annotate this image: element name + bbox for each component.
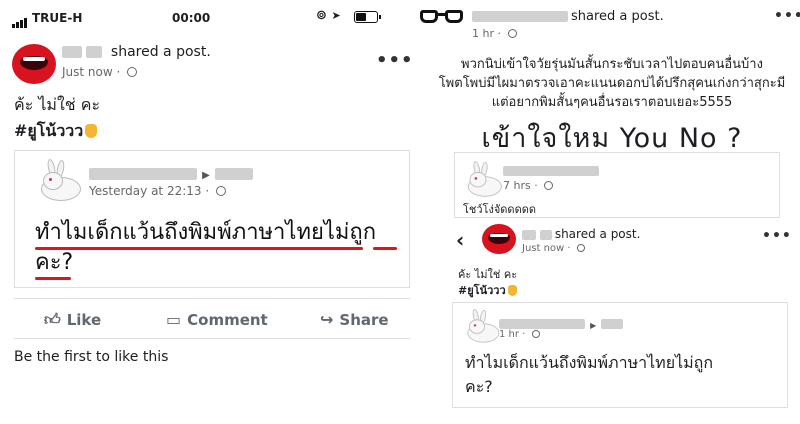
globe-icon: [215, 186, 226, 196]
orientation-lock-icon: ⊚: [316, 8, 327, 23]
clock: 00:00: [172, 11, 211, 25]
blurred-name: [503, 165, 599, 176]
battery-icon: [354, 11, 381, 23]
glasses-avatar[interactable]: [420, 10, 464, 26]
shared-label: shared a post.: [571, 9, 664, 24]
red-underline: [35, 277, 71, 280]
divider: [14, 298, 410, 299]
shared-post-card[interactable]: ▶ 1 hr · ทำไมเด็กแว้นถึงพิมพ์ภาษาไทยไม่ถ…: [452, 302, 788, 408]
status-bar: TRUE-H 00:00 ⊚ ➤: [0, 0, 420, 34]
post-hashtag[interactable]: #ยูโน้ววว: [14, 119, 98, 144]
blurred-name: [89, 167, 197, 180]
back-chevron-icon[interactable]: ‹: [456, 228, 464, 252]
carrier-label: TRUE-H: [32, 11, 83, 25]
signal-strength-icon: [12, 14, 28, 28]
ok-hand-emoji-icon: [507, 285, 517, 296]
red-underline: [373, 247, 397, 250]
blurred-name: [86, 46, 103, 58]
shared-post-source: ▶: [89, 163, 253, 182]
share-arrow-icon: ↪: [320, 310, 334, 329]
share-button[interactable]: ↪ Share: [320, 310, 389, 329]
blurred-name: [539, 229, 552, 240]
shared-post-timestamp[interactable]: 7 hrs ·: [503, 179, 554, 192]
post-text-line1: ค้ะ ไม่ใช่ คะ: [14, 95, 101, 114]
blurred-name: [214, 167, 253, 180]
blurred-name: [522, 229, 536, 240]
comment-button[interactable]: ▭ Comment: [166, 310, 268, 329]
post-author[interactable]: shared a post.: [522, 227, 640, 241]
blurred-name: [601, 318, 624, 329]
arrow-right-icon: ▶: [202, 170, 210, 181]
rabbit-avatar[interactable]: [33, 158, 85, 203]
likes-summary: Be the first to like this: [14, 349, 169, 365]
post-hashtag[interactable]: #ยูโน้ววว: [458, 281, 517, 299]
lips-avatar[interactable]: [12, 44, 56, 84]
shared-post-timestamp[interactable]: Yesterday at 22:13 ·: [89, 184, 226, 198]
post-header: shared a post. Just now · •••: [12, 44, 414, 84]
divider: [14, 338, 410, 339]
comment-icon: ▭: [166, 310, 182, 329]
shared-label: shared a post.: [110, 44, 211, 60]
shared-post-card[interactable]: 7 hrs · โชว์โง่จัดดดดด: [454, 152, 780, 218]
blurred-name: [472, 11, 568, 22]
more-options-button[interactable]: •••: [762, 228, 792, 244]
globe-icon: [544, 181, 554, 190]
globe-icon: [507, 29, 517, 38]
post-body: พวกนิบ่เข้าใจวัยรุ่นมันสั้นกระชับเวลาไปต…: [438, 57, 786, 110]
status-icons: ⊚ ➤: [316, 8, 341, 23]
ok-hand-emoji-icon: [85, 124, 98, 138]
more-options-button[interactable]: •••: [376, 50, 414, 71]
post-timestamp[interactable]: 1 hr ·: [472, 27, 517, 40]
battery-fill: [356, 13, 366, 21]
shared-post-timestamp[interactable]: 1 hr ·: [499, 329, 540, 340]
shared-post-question: ทำไมเด็กแว้นถึงพิมพ์ภาษาไทยไม่ถูก คะ?: [465, 353, 714, 396]
post-author[interactable]: shared a post.: [62, 44, 211, 60]
like-button[interactable]: 👍︎ Like: [44, 310, 101, 330]
left-screenshot: TRUE-H 00:00 ⊚ ➤ shared a post. Just now…: [0, 0, 420, 424]
globe-icon: [531, 330, 540, 338]
location-icon: ➤: [331, 9, 341, 22]
shared-post-card[interactable]: ▶ Yesterday at 22:13 · ทำไมเด็กแว้นถึงพิ…: [14, 150, 410, 288]
blurred-name: [499, 318, 585, 329]
more-options-button[interactable]: •••: [774, 8, 800, 24]
post-timestamp[interactable]: Just now ·: [62, 65, 138, 79]
globe-icon: [127, 67, 138, 77]
shared-post-source: [503, 160, 599, 179]
arrow-right-icon: ▶: [590, 321, 597, 330]
shared-post-caption: โชว์โง่จัดดดดด: [463, 203, 536, 216]
red-underline: [35, 247, 363, 250]
thumbs-up-icon: 👍︎: [44, 310, 61, 329]
post-author[interactable]: shared a post.: [472, 9, 664, 24]
right-screenshot: shared a post. 1 hr · ••• พวกนิบ่เข้าใจว…: [420, 0, 800, 424]
blurred-name: [62, 46, 82, 58]
post-timestamp[interactable]: Just now ·: [522, 243, 585, 254]
lips-avatar[interactable]: [482, 224, 516, 254]
rabbit-avatar[interactable]: [461, 308, 503, 344]
rabbit-avatar[interactable]: [461, 160, 505, 198]
globe-icon: [576, 244, 585, 252]
